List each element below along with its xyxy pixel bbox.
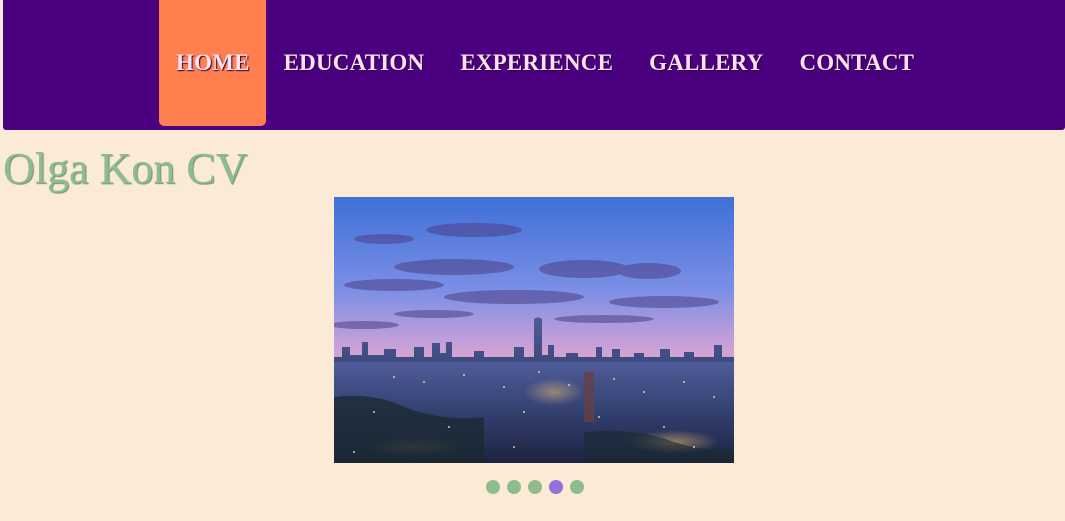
nav-item-contact[interactable]: CONTACT: [781, 0, 932, 126]
slideshow-image: [334, 197, 734, 463]
navbar: HOME EDUCATION EXPERIENCE GALLERY CONTAC…: [3, 0, 1065, 130]
nav-item-gallery[interactable]: GALLERY: [631, 0, 781, 126]
slide-dot-5[interactable]: [570, 480, 584, 494]
slideshow-dots: [486, 480, 584, 494]
nav-item-education[interactable]: EDUCATION: [266, 0, 443, 126]
nav-menu: HOME EDUCATION EXPERIENCE GALLERY CONTAC…: [159, 0, 932, 126]
nav-item-home[interactable]: HOME: [159, 0, 266, 126]
slide-dot-2[interactable]: [507, 480, 521, 494]
slide-dot-1[interactable]: [486, 480, 500, 494]
slide-dot-4[interactable]: [549, 480, 563, 494]
page-title: Olga Kon CV: [3, 144, 248, 193]
city-skyline-image: [334, 197, 734, 463]
nav-item-experience[interactable]: EXPERIENCE: [442, 0, 631, 126]
slide-dot-3[interactable]: [528, 480, 542, 494]
